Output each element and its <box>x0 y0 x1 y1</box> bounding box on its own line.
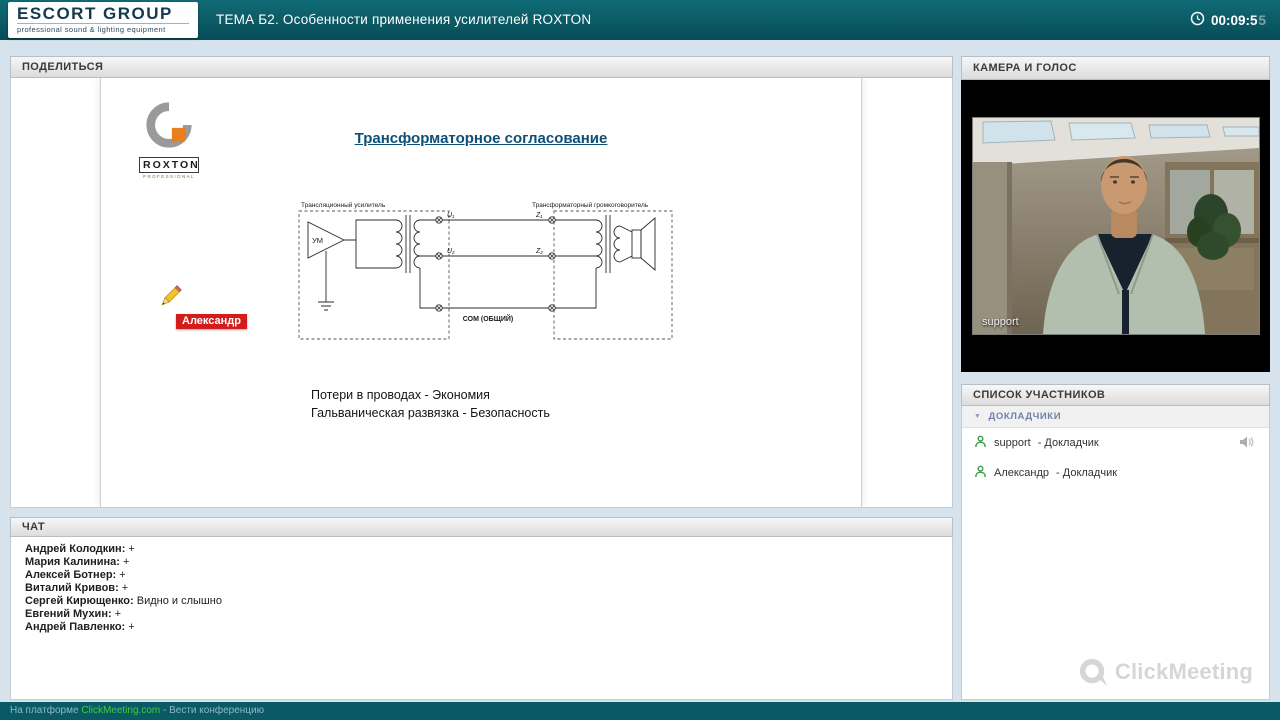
wire-terminals <box>435 216 556 312</box>
top-bar: ESCORT GROUP professional sound & lighti… <box>0 0 1280 40</box>
timer-fading-digit: 5 <box>1258 12 1266 28</box>
logo-subtitle: professional sound & lighting equipment <box>17 23 189 34</box>
chat-author: Андрей Колодкин: <box>25 543 126 555</box>
person-icon <box>974 465 987 481</box>
chat-text: + <box>116 569 126 581</box>
chat-message: Сергей Кирющенко: Видно и слышно <box>25 595 938 608</box>
roxton-logo-subtext: PROFESSIONAL <box>143 174 195 179</box>
chat-author: Евгений Мухин: <box>25 608 112 620</box>
escort-group-logo: ESCORT GROUP professional sound & lighti… <box>8 2 198 38</box>
chat-text: + <box>119 556 130 568</box>
secondary-coil <box>413 219 421 269</box>
speaker-primary-coil <box>595 219 603 269</box>
participants-content: ▼ ДОКЛАДЧИКИ support - Докладчик Александ… <box>961 406 1270 700</box>
chat-message: Евгений Мухин: + <box>25 608 938 621</box>
chat-text: + <box>125 621 135 633</box>
chat-text: Видно и слышно <box>133 595 222 607</box>
camera-panel: КАМЕРА И ГОЛОС support <box>961 56 1270 372</box>
chat-message: Андрей Колодкин: + <box>25 543 938 556</box>
slide-bullet-1: Потери в проводах - Экономия <box>311 388 490 402</box>
amp-label: УМ <box>312 236 323 245</box>
clickmeeting-watermark: ClickMeeting <box>1078 657 1253 687</box>
chat-author: Алексей Ботнер: <box>25 569 117 581</box>
participant-role: - Докладчик <box>1056 467 1118 479</box>
chat-panel-header[interactable]: ЧАТ <box>10 517 953 537</box>
participants-list: support - Докладчик Александр - Докладчик <box>962 428 1269 488</box>
annotation-author-label: Александр <box>176 314 247 329</box>
chat-text: + <box>125 543 135 555</box>
amplifier-box-label: Трансляционный усилитель <box>301 201 386 209</box>
ground-symbol <box>318 251 334 311</box>
presenters-group-header[interactable]: ▼ ДОКЛАДЧИКИ <box>962 406 1269 428</box>
amplifier-dashed-box <box>298 210 450 340</box>
chat-message: Андрей Павленко: + <box>25 621 938 634</box>
transformer-circuit-diagram: Трансляционный усилитель Трансформаторны… <box>298 201 673 340</box>
chat-author: Мария Калинина: <box>25 556 120 568</box>
webinar-title: ТЕМА Б2. Особенности применения усилител… <box>216 12 592 27</box>
share-panel: ПОДЕЛИТЬСЯ ROXTON PROFESSIONAL Трансформ… <box>10 56 953 508</box>
chat-message: Виталий Кривов: + <box>25 582 938 595</box>
chat-message: Мария Калинина: + <box>25 556 938 569</box>
footer-suffix: - Вести конференцию <box>163 705 265 716</box>
clickmeeting-link[interactable]: ClickMeeting.com <box>81 705 160 716</box>
clock-icon <box>1190 11 1205 29</box>
camera-stage: support <box>961 80 1270 372</box>
share-panel-content: ROXTON PROFESSIONAL Трансформаторное сог… <box>10 78 953 508</box>
participant-name: support <box>994 437 1031 449</box>
presenters-group-label: ДОКЛАДЧИКИ <box>988 411 1062 422</box>
presentation-slide[interactable]: ROXTON PROFESSIONAL Трансформаторное сог… <box>100 78 862 507</box>
clickmeeting-logo-icon <box>1079 658 1107 687</box>
share-panel-header[interactable]: ПОДЕЛИТЬСЯ <box>10 56 953 78</box>
chat-author: Виталий Кривов: <box>25 582 119 594</box>
footer-bar: На платформе ClickMeeting.com - Вести ко… <box>0 702 1280 720</box>
timer-value: 00:09:55 <box>1210 12 1266 28</box>
chat-message: Алексей Ботнер: + <box>25 569 938 582</box>
participant-row[interactable]: Александр - Докладчик <box>962 458 1269 488</box>
loudspeaker-box-label: Трансформаторный громкоговоритель <box>532 201 649 209</box>
u2-label: U₂ <box>447 248 455 255</box>
slide-bullet-2: Гальваническая развязка - Безопасность <box>311 406 550 420</box>
chat-panel: ЧАТ Андрей Колодкин: + Мария Калинина: + А… <box>10 517 953 700</box>
camera-panel-header[interactable]: КАМЕРА И ГОЛОС <box>961 56 1270 80</box>
z1-label: Z₁ <box>535 212 543 219</box>
speaker-icon[interactable] <box>1240 436 1257 451</box>
logo-title: ESCORT GROUP <box>17 4 173 23</box>
participant-name: Александр <box>994 467 1050 479</box>
webcam-scene <box>973 118 1260 334</box>
roxton-logo-text: ROXTON <box>139 157 199 173</box>
chat-author: Андрей Павленко: <box>25 621 126 633</box>
clickmeeting-watermark-text: ClickMeeting <box>1114 659 1253 684</box>
chat-text: + <box>111 608 122 620</box>
participant-role: - Докладчик <box>1037 437 1099 449</box>
collapse-triangle-icon: ▼ <box>974 413 982 420</box>
footer-prefix: На платформе <box>10 705 79 716</box>
participant-row[interactable]: support - Докладчик <box>962 428 1269 458</box>
participants-panel-header[interactable]: СПИСОК УЧАСТНИКОВ <box>961 384 1270 406</box>
chat-author: Сергей Кирющенко: <box>25 595 134 607</box>
webcam-video: support <box>972 117 1260 335</box>
common-wire-label: СОМ (ОБЩИЙ) <box>463 314 513 323</box>
speaker-secondary-coil <box>613 225 621 263</box>
loudspeaker-dashed-box <box>553 210 673 340</box>
primary-coil <box>395 219 403 269</box>
pencil-cursor-icon <box>156 283 184 316</box>
session-timer: 00:09:55 <box>1190 11 1266 29</box>
chat-messages: Андрей Колодкин: + Мария Калинина: + Алекс… <box>10 537 953 700</box>
chat-text: + <box>118 582 129 594</box>
slide-bullets: Потери в проводах - Экономия Гальваничес… <box>311 386 550 422</box>
speaker-symbol <box>631 229 642 259</box>
u1-label: U₁ <box>447 212 455 219</box>
participants-panel: СПИСОК УЧАСТНИКОВ ▼ ДОКЛАДЧИКИ support -… <box>961 384 1270 700</box>
webcam-name-label: support <box>982 316 1019 328</box>
person-icon <box>974 435 987 451</box>
z2-label: Z₂ <box>535 248 543 255</box>
slide-title: Трансформаторное согласование <box>354 130 608 147</box>
